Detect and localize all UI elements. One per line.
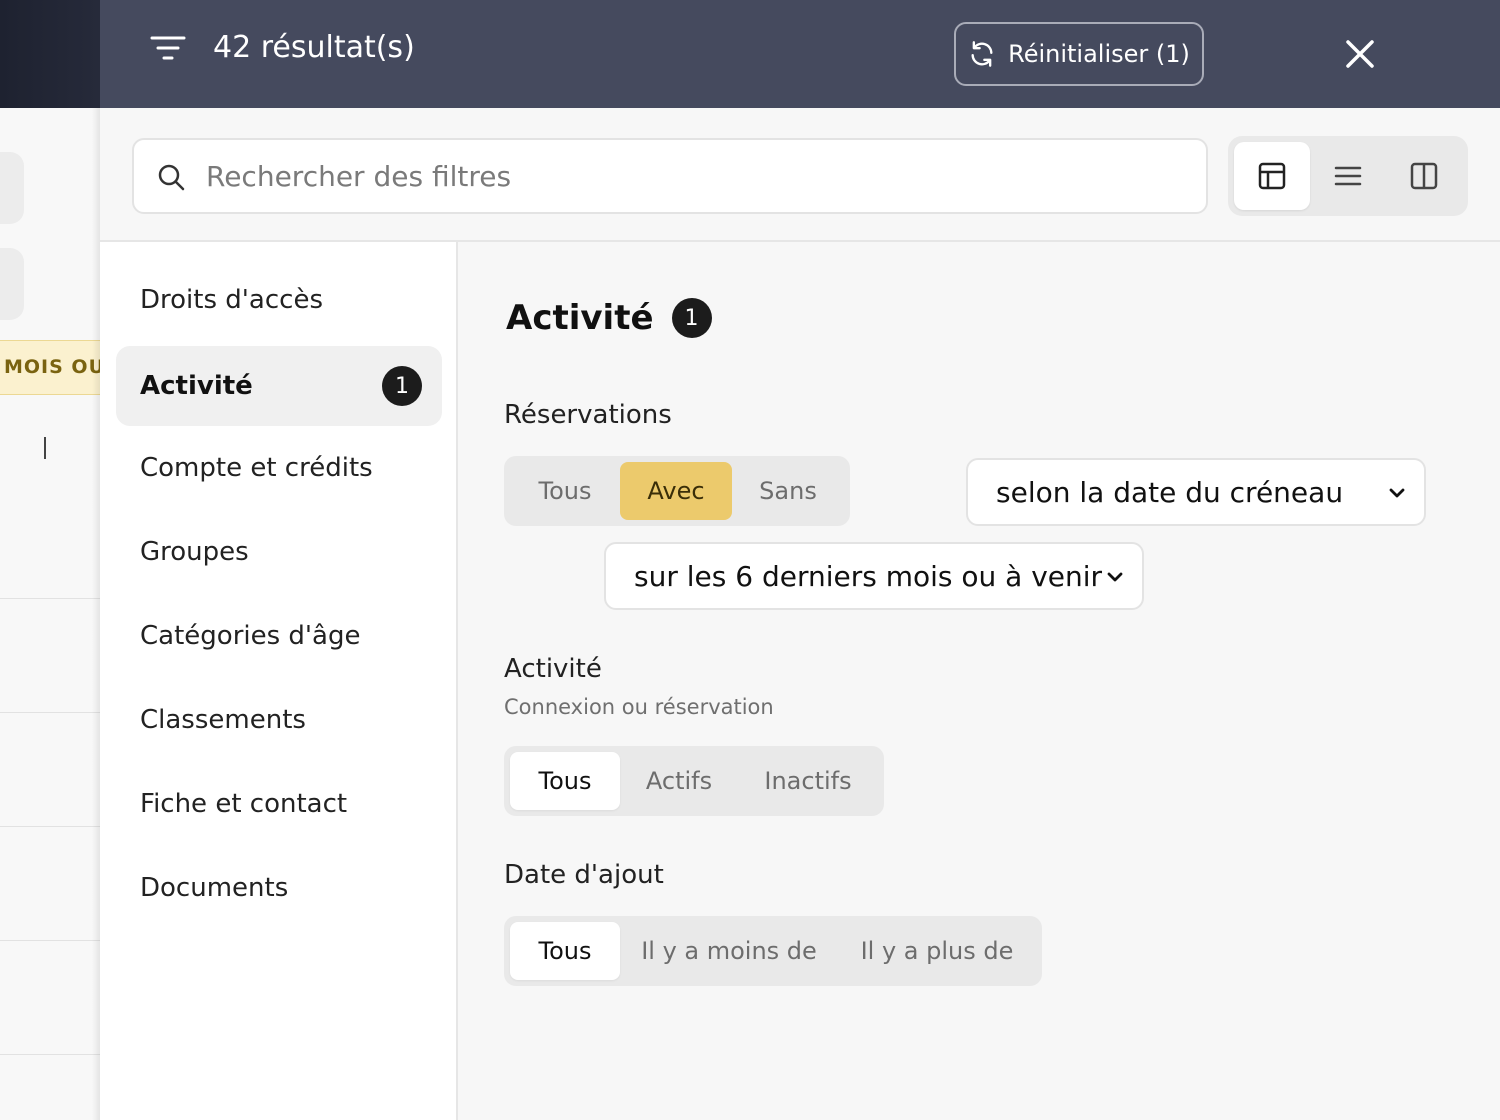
background-row-divider xyxy=(0,1054,100,1055)
sidebar-item-classements[interactable]: Classements xyxy=(116,680,442,760)
columns-icon xyxy=(1410,162,1438,190)
layout-panel-icon xyxy=(1258,162,1286,190)
filter-panel: 42 résultat(s) Réinitialiser (1) Recherc… xyxy=(100,0,1500,1120)
activity-option-tous[interactable]: Tous xyxy=(510,752,620,810)
background-page: MOIS OU xyxy=(0,0,100,1120)
search-box xyxy=(132,138,1208,214)
activity-segmented-control: Tous Actifs Inactifs xyxy=(504,746,884,816)
sidebar-item-fiche-contact[interactable]: Fiche et contact xyxy=(116,764,442,844)
activity-option-actifs[interactable]: Actifs xyxy=(620,752,738,810)
select-value: selon la date du créneau xyxy=(996,475,1344,509)
reservations-label: Réservations xyxy=(504,400,672,430)
date-added-option-tous[interactable]: Tous xyxy=(510,922,620,980)
results-count: 42 résultat(s) xyxy=(213,30,415,65)
date-added-option-plus-de[interactable]: Il y a plus de xyxy=(838,922,1036,980)
sidebar-item-droits-acces[interactable]: Droits d'accès xyxy=(116,260,442,340)
reservations-option-avec[interactable]: Avec xyxy=(620,462,732,520)
panel-header: 42 résultat(s) Réinitialiser (1) xyxy=(100,0,1500,108)
activity-label: Activité xyxy=(504,654,602,684)
section-title: Activité 1 xyxy=(506,298,712,338)
reservations-option-sans[interactable]: Sans xyxy=(732,462,844,520)
reservations-segmented-control: Tous Avec Sans xyxy=(504,456,850,526)
sidebar-item-groupes[interactable]: Groupes xyxy=(116,512,442,592)
background-row-divider xyxy=(0,826,100,827)
search-icon xyxy=(158,164,185,191)
background-field xyxy=(0,152,24,224)
chevron-down-icon xyxy=(1389,488,1405,498)
filter-icon xyxy=(150,36,186,60)
sidebar-item-label: Groupes xyxy=(140,537,249,567)
background-row-divider xyxy=(0,598,100,599)
chevron-down-icon xyxy=(1107,572,1123,582)
reservations-period-select[interactable]: sur les 6 derniers mois ou à venir xyxy=(604,542,1144,610)
sidebar-item-label: Fiche et contact xyxy=(140,789,348,819)
sidebar-item-documents[interactable]: Documents xyxy=(116,848,442,928)
view-mode-switch xyxy=(1228,136,1468,216)
sidebar-item-label: Droits d'accès xyxy=(140,285,323,315)
view-mode-list-button[interactable] xyxy=(1310,142,1386,210)
background-header xyxy=(0,0,100,108)
reservations-option-tous[interactable]: Tous xyxy=(510,462,620,520)
refresh-icon xyxy=(971,41,993,67)
background-badge: MOIS OU xyxy=(0,340,100,395)
background-text-cursor xyxy=(44,437,46,459)
reset-label: Réinitialiser (1) xyxy=(1008,40,1190,68)
filter-categories-sidebar: Droits d'accès Activité 1 Compte et créd… xyxy=(100,242,458,1120)
panel-shadow xyxy=(92,108,100,1120)
activity-option-inactifs[interactable]: Inactifs xyxy=(738,752,878,810)
date-added-segmented-control: Tous Il y a moins de Il y a plus de xyxy=(504,916,1042,986)
sidebar-item-label: Compte et crédits xyxy=(140,453,373,483)
sidebar-item-label: Catégories d'âge xyxy=(140,621,361,651)
close-icon[interactable] xyxy=(1340,34,1380,74)
filter-content: Activité 1 Réservations Tous Avec Sans s… xyxy=(458,242,1500,1120)
date-added-option-moins-de[interactable]: Il y a moins de xyxy=(620,922,838,980)
sidebar-item-categories-age[interactable]: Catégories d'âge xyxy=(116,596,442,676)
activity-sublabel: Connexion ou réservation xyxy=(504,695,774,719)
background-field xyxy=(0,248,24,320)
count-badge: 1 xyxy=(382,366,422,406)
sidebar-item-label: Activité xyxy=(140,371,253,401)
select-value: sur les 6 derniers mois ou à venir xyxy=(634,559,1103,593)
sidebar-item-activite[interactable]: Activité 1 xyxy=(116,346,442,426)
date-added-label: Date d'ajout xyxy=(504,860,664,890)
sidebar-item-label: Documents xyxy=(140,873,289,903)
sidebar-item-label: Classements xyxy=(140,705,306,735)
search-input[interactable] xyxy=(206,140,1186,212)
background-row-divider xyxy=(0,940,100,941)
reservations-date-basis-select[interactable]: selon la date du créneau xyxy=(966,458,1426,526)
view-mode-columns-button[interactable] xyxy=(1386,142,1462,210)
count-badge: 1 xyxy=(671,298,712,338)
background-row-divider xyxy=(0,712,100,713)
reset-button[interactable]: Réinitialiser (1) xyxy=(954,22,1204,86)
sidebar-item-compte-credits[interactable]: Compte et crédits xyxy=(116,428,442,508)
section-title-text: Activité xyxy=(506,298,654,338)
list-icon xyxy=(1334,166,1362,186)
view-mode-panel-button[interactable] xyxy=(1234,142,1310,210)
